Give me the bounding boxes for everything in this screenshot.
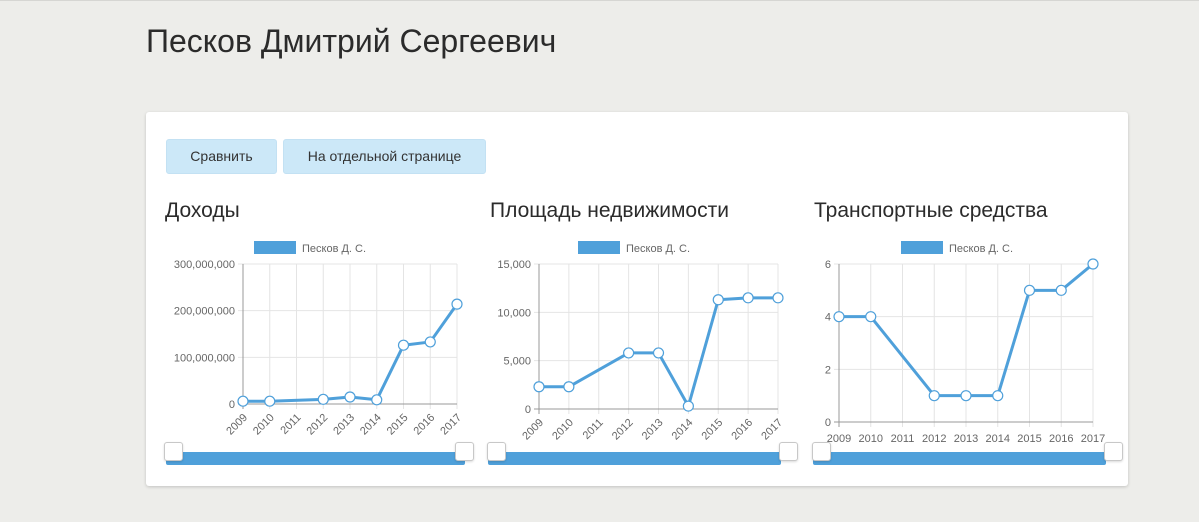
charts-card: Сравнить На отдельной странице Доходы Пл… [146, 112, 1128, 486]
y-tick-label: 15,000 [497, 259, 531, 271]
data-point [344, 391, 356, 403]
y-tick-label: 6 [825, 259, 831, 271]
y-tick-label: 200,000,000 [174, 306, 235, 318]
range-handle-min-vehicles[interactable] [812, 442, 831, 461]
data-point [865, 311, 877, 323]
legend-label: Песков Д. С. [949, 243, 1013, 255]
legend-label: Песков Д. С. [302, 243, 366, 255]
data-point [928, 390, 940, 402]
range-handle-min-income[interactable] [164, 442, 183, 461]
data-point [772, 292, 784, 304]
x-tick-label: 2013 [331, 412, 357, 438]
x-tick-label: 2013 [640, 417, 666, 443]
data-point [652, 347, 665, 359]
data-point [451, 298, 463, 310]
y-tick-label: 2 [825, 364, 831, 376]
y-tick-label: 10,000 [497, 307, 531, 319]
data-point [237, 395, 249, 407]
data-point [623, 347, 635, 359]
data-point [742, 292, 754, 304]
x-tick-label: 2017 [1081, 433, 1105, 445]
charts-svg: 0100,000,000200,000,000300,000,0002009 20… [174, 241, 1105, 445]
data-point [397, 339, 410, 351]
x-tick-label: 2015 [700, 417, 726, 443]
range-handle-min-property[interactable] [487, 442, 506, 461]
range-handle-max-vehicles[interactable] [1104, 442, 1123, 461]
x-tick-label: 2010 [550, 417, 576, 443]
x-tick-label: 2010 [859, 433, 883, 445]
data-point [1055, 284, 1067, 296]
y-tick-label: 100,000,000 [174, 352, 235, 364]
data-point [533, 381, 545, 393]
x-tick-label: 2016 [729, 417, 755, 443]
data-point [563, 381, 575, 393]
data-point [712, 294, 724, 306]
x-tick-label: 2017 [438, 412, 464, 438]
data-point [317, 393, 329, 405]
y-tick-label: 0 [825, 417, 831, 429]
x-tick-label: 2014 [358, 412, 384, 438]
x-tick-label: 2012 [305, 412, 331, 438]
range-slider-vehicles[interactable] [813, 452, 1106, 465]
range-slider-income[interactable] [166, 452, 465, 465]
y-tick-label: 4 [825, 312, 831, 324]
chart-2: 02462009 2010 2011 2012 2013 2014 2015 2016 2017… [825, 241, 1105, 445]
y-tick-label: 5,000 [503, 356, 531, 368]
legend-swatch [901, 241, 943, 254]
x-tick-label: 2016 [1049, 433, 1073, 445]
legend-swatch [578, 241, 620, 254]
chart-1: 05,00010,00015,0002009 2010 2011 2012 2013 20… [497, 241, 785, 442]
range-handle-max-property[interactable] [779, 442, 798, 461]
x-tick-label: 2011 [891, 433, 915, 445]
x-tick-label: 2012 [922, 433, 946, 445]
x-tick-label: 2009 [520, 417, 546, 443]
range-handle-max-income[interactable] [455, 442, 474, 461]
data-point [682, 400, 694, 412]
x-tick-label: 2015 [1017, 433, 1041, 445]
x-tick-label: 2011 [278, 412, 303, 437]
page-title: Песков Дмитрий Сергеевич [146, 23, 557, 59]
y-tick-label: 0 [229, 399, 235, 411]
x-tick-label: 2011 [581, 417, 606, 442]
x-tick-label: 2009 [224, 412, 250, 438]
range-slider-property[interactable] [488, 452, 781, 465]
legend-swatch [254, 241, 296, 254]
data-point [960, 390, 972, 402]
x-tick-label: 2016 [412, 412, 438, 438]
x-tick-label: 2017 [759, 417, 785, 443]
data-point [992, 390, 1004, 402]
x-tick-label: 2013 [954, 433, 978, 445]
x-tick-label: 2014 [670, 417, 696, 443]
y-tick-label: 300,000,000 [174, 259, 235, 271]
data-point [424, 336, 436, 348]
data-point [1023, 284, 1036, 296]
data-point [264, 395, 276, 407]
x-tick-label: 2010 [251, 412, 277, 438]
x-tick-label: 2012 [610, 417, 636, 443]
data-point [833, 311, 845, 323]
x-tick-label: 2014 [986, 433, 1010, 445]
x-tick-label: 2015 [385, 412, 411, 438]
data-point [1087, 258, 1099, 270]
legend-label: Песков Д. С. [626, 243, 690, 255]
y-tick-label: 0 [525, 404, 531, 416]
chart-0: 0100,000,000200,000,000300,000,0002009 20… [174, 241, 464, 437]
data-point [371, 394, 383, 406]
